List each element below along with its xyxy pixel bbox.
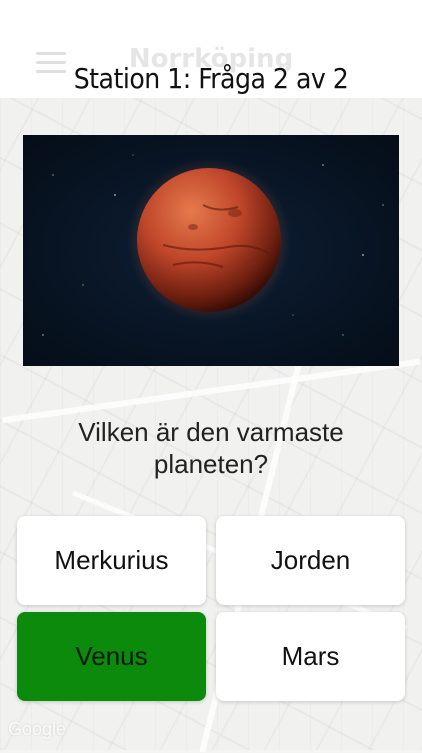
question-text: Vilken är den varmaste planeten? bbox=[78, 417, 344, 479]
map-road bbox=[1, 358, 421, 424]
station-question-title: Station 1: Fråga 2 av 2 bbox=[73, 62, 349, 95]
google-logo: Google bbox=[8, 719, 67, 739]
answer-button-mars[interactable]: Mars bbox=[216, 612, 405, 701]
question-image bbox=[23, 135, 399, 366]
answer-button-venus[interactable]: Venus bbox=[17, 612, 206, 701]
answer-button-merkurius[interactable]: Merkurius bbox=[17, 516, 206, 605]
answer-button-jorden[interactable]: Jorden bbox=[216, 516, 405, 605]
mars-planet-image bbox=[23, 135, 399, 366]
